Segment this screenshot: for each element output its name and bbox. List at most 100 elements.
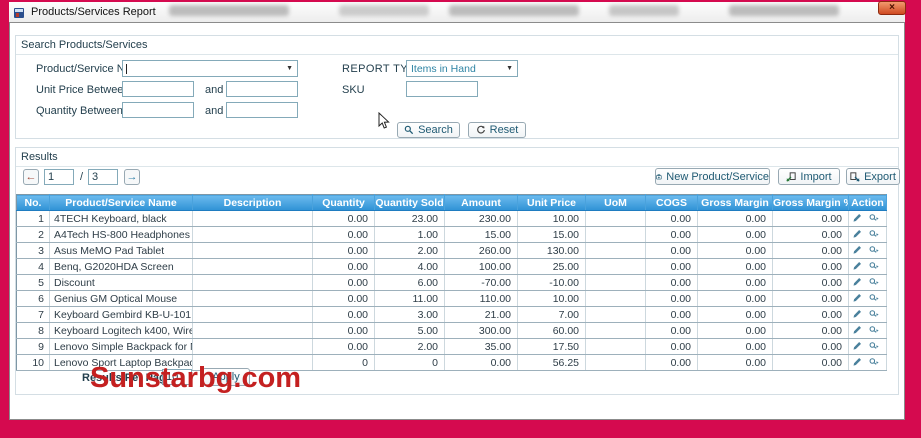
cell-no: 8: [16, 322, 50, 339]
cell-uom: [585, 354, 646, 371]
delete-icon[interactable]: ×: [886, 278, 887, 288]
column-header: Amount: [444, 194, 518, 211]
cell-amount: 260.00: [444, 242, 518, 259]
edit-icon[interactable]: [852, 261, 862, 273]
cell-no: 10: [16, 354, 50, 371]
edit-icon[interactable]: [852, 245, 862, 257]
total-pages-input[interactable]: [88, 169, 118, 185]
cell-no: 1: [16, 210, 50, 227]
cell-cogs: 0.00: [645, 338, 698, 355]
cell-amount: 100.00: [444, 258, 518, 275]
cell-quantity_sold: 23.00: [374, 210, 445, 227]
delete-icon[interactable]: ×: [886, 358, 887, 368]
column-header: Gross Margin %: [772, 194, 849, 211]
view-icon[interactable]: [868, 261, 880, 273]
edit-icon[interactable]: [852, 341, 862, 353]
column-header: COGS: [645, 194, 698, 211]
cell-action: ×: [848, 290, 887, 307]
current-page-input[interactable]: [44, 169, 74, 185]
cell-uom: [585, 274, 646, 291]
edit-icon[interactable]: [852, 293, 862, 305]
delete-icon[interactable]: ×: [886, 326, 887, 336]
report-window: Search Products/Services Product/Service…: [9, 22, 905, 420]
cell-uom: [585, 210, 646, 227]
view-icon[interactable]: [868, 213, 880, 225]
window-title: Products/Services Report: [31, 6, 156, 18]
search-icon: [404, 125, 414, 135]
delete-icon[interactable]: ×: [886, 262, 887, 272]
view-icon[interactable]: [868, 309, 880, 321]
delete-icon[interactable]: ×: [886, 230, 887, 240]
quantity-from-input[interactable]: [122, 102, 194, 118]
cell-gross_margin: 0.00: [697, 210, 773, 227]
sku-input[interactable]: [406, 81, 478, 97]
delete-icon[interactable]: ×: [886, 214, 887, 224]
view-icon[interactable]: [868, 277, 880, 289]
edit-icon[interactable]: [852, 357, 862, 369]
edit-icon[interactable]: [852, 309, 862, 321]
delete-icon[interactable]: ×: [886, 294, 887, 304]
sku-label: SKU: [342, 84, 365, 96]
cell-cogs: 0.00: [645, 226, 698, 243]
delete-icon[interactable]: ×: [886, 246, 887, 256]
close-button[interactable]: ×: [878, 1, 906, 15]
cell-quantity_sold: 1.00: [374, 226, 445, 243]
view-icon[interactable]: [868, 357, 880, 369]
view-icon[interactable]: [868, 293, 880, 305]
report-type-dropdown[interactable]: Items in Hand ▼: [406, 60, 518, 77]
blurred-text: [609, 5, 679, 16]
delete-icon[interactable]: ×: [886, 342, 887, 352]
edit-icon[interactable]: [852, 213, 862, 225]
cell-cogs: 0.00: [645, 210, 698, 227]
cell-name: 4TECH Keyboard, black: [49, 210, 193, 227]
cell-uom: [585, 242, 646, 259]
cell-quantity: 0.00: [312, 226, 375, 243]
cell-uom: [585, 306, 646, 323]
view-icon[interactable]: [868, 341, 880, 353]
cell-action: ×: [848, 226, 887, 243]
edit-icon[interactable]: [852, 277, 862, 289]
cell-amount: 230.00: [444, 210, 518, 227]
cell-name: Genius GM Optical Mouse: [49, 290, 193, 307]
view-icon[interactable]: [868, 229, 880, 241]
cell-no: 7: [16, 306, 50, 323]
unit-price-from-input[interactable]: [122, 81, 194, 97]
blurred-text: [169, 5, 289, 16]
column-header: UoM: [585, 194, 646, 211]
import-button[interactable]: Import: [778, 168, 840, 185]
quantity-to-input[interactable]: [226, 102, 298, 118]
edit-icon[interactable]: [852, 229, 862, 241]
cell-amount: 35.00: [444, 338, 518, 355]
cell-name: Discount: [49, 274, 193, 291]
column-header: Product/Service Name: [49, 194, 193, 211]
cell-quantity: 0: [312, 354, 375, 371]
export-button[interactable]: Export: [846, 168, 900, 185]
cell-uom: [585, 322, 646, 339]
cell-unit_price: -10.00: [517, 274, 586, 291]
cell-cogs: 0.00: [645, 290, 698, 307]
cell-name: Lenovo Simple Backpack for Notebook ...: [49, 338, 193, 355]
unit-price-label: Unit Price Between: [36, 84, 130, 96]
cell-quantity: 0.00: [312, 290, 375, 307]
next-page-button[interactable]: →: [124, 169, 140, 185]
cell-quantity: 0.00: [312, 322, 375, 339]
view-icon[interactable]: [868, 245, 880, 257]
prev-page-button[interactable]: ←: [23, 169, 39, 185]
cell-gross_margin_pct: 0.00: [772, 242, 849, 259]
unit-price-to-input[interactable]: [226, 81, 298, 97]
edit-icon[interactable]: [852, 325, 862, 337]
chevron-down-icon: ▼: [286, 65, 293, 72]
cell-description: [192, 290, 313, 307]
cell-cogs: 0.00: [645, 354, 698, 371]
cell-amount: 110.00: [444, 290, 518, 307]
search-button[interactable]: Search: [397, 122, 460, 138]
quantity-label: Quantity Between: [36, 105, 123, 117]
view-icon[interactable]: [868, 325, 880, 337]
cell-gross_margin_pct: 0.00: [772, 258, 849, 275]
cell-uom: [585, 290, 646, 307]
cell-gross_margin_pct: 0.00: [772, 354, 849, 371]
product-name-combobox[interactable]: ▼: [122, 60, 298, 77]
delete-icon[interactable]: ×: [886, 310, 887, 320]
new-product-button[interactable]: New Product/Service: [655, 168, 770, 185]
reset-button[interactable]: Reset: [468, 122, 526, 138]
